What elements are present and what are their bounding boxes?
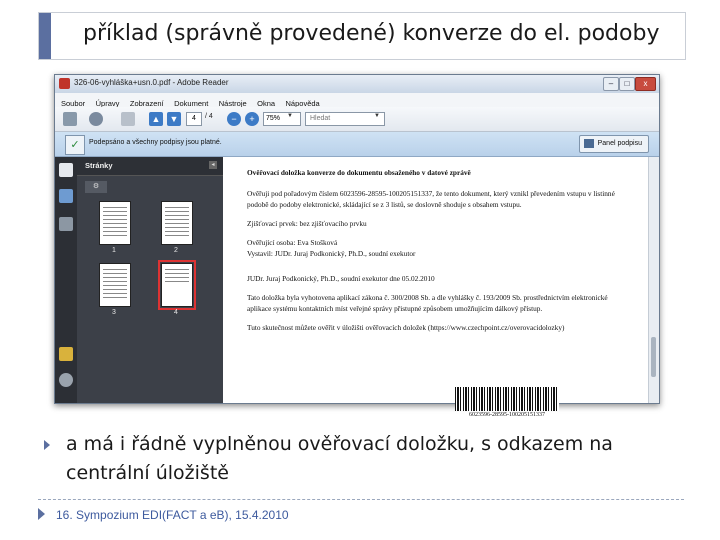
footer-text: 16. Sympozium EDI(FACT a eB), 15.4.2010: [56, 508, 289, 522]
page-thumbnail[interactable]: [161, 201, 193, 245]
bullet-text: a má i řádně vyplněnou ověřovací doložku…: [66, 433, 613, 484]
window-title: 326-06-vyhláška+usn.0.pdf - Adobe Reader: [74, 78, 229, 87]
barcode-image: [455, 387, 559, 411]
clause-paragraph: Tuto skutečnost můžete ověřit v úložišti…: [247, 323, 565, 332]
navigation-icon-rail: [55, 157, 77, 403]
window-titlebar: 326-06-vyhláška+usn.0.pdf - Adobe Reader…: [55, 75, 659, 93]
settings-icon[interactable]: [89, 112, 103, 126]
page-thumbnail[interactable]: [99, 263, 131, 307]
menu-bar: Soubor Úpravy Zobrazení Dokument Nástroj…: [55, 93, 659, 108]
previous-page-icon[interactable]: ▲: [149, 112, 163, 126]
adobe-reader-window: 326-06-vyhláška+usn.0.pdf - Adobe Reader…: [54, 74, 660, 418]
signature-panel-button[interactable]: Panel podpisu: [578, 135, 649, 153]
zoom-in-icon[interactable]: +: [245, 112, 259, 126]
thumbnail-label: 3: [112, 309, 116, 316]
footer-arrow-icon: [38, 508, 45, 520]
page-total: / 4: [205, 113, 213, 120]
slide-title: příklad (správně provedené) konverze do …: [83, 21, 660, 46]
page-thumbnail-selected[interactable]: [158, 260, 196, 310]
slide-title-box: příklad (správně provedené) konverze do …: [38, 12, 686, 60]
attachment-icon[interactable]: [59, 373, 73, 387]
search-input[interactable]: Hledat: [305, 112, 385, 126]
pdf-app-icon: [59, 78, 70, 89]
pages-panel-title: Stránky: [85, 161, 113, 170]
thumbnail-label: 1: [112, 247, 116, 254]
title-accent-bar: [39, 13, 51, 59]
options-icon[interactable]: ⚙: [85, 181, 107, 193]
maximize-button[interactable]: □: [619, 77, 635, 91]
pages-icon[interactable]: [59, 163, 73, 177]
clause-paragraph: Ověřující osoba: Eva Stošková: [247, 238, 338, 247]
chevron-down-icon[interactable]: ▼: [374, 113, 380, 119]
close-icon[interactable]: ◂: [209, 161, 217, 169]
clause-heading: Ověřovací doložka konverze do dokumentu …: [247, 168, 471, 177]
bookmark-icon[interactable]: [59, 189, 73, 203]
comment-icon[interactable]: [59, 347, 73, 361]
thumbnail-label: 2: [174, 247, 178, 254]
scrollbar-thumb[interactable]: [651, 337, 656, 377]
signature-bar: ✓ Podepsáno a všechny podpisy jsou platn…: [55, 132, 659, 157]
bullet-arrow-icon: [44, 440, 50, 450]
zoom-out-icon[interactable]: −: [227, 112, 241, 126]
document-view[interactable]: Ověřovací doložka konverze do dokumentu …: [223, 157, 649, 418]
toolbar: ▲ ▼ 4 / 4 − + 75% ▼ Hledat ▼: [55, 107, 659, 132]
barcode-number: 6023596-28595-100205151337: [469, 412, 545, 418]
minimize-button[interactable]: –: [603, 77, 619, 91]
zoom-select[interactable]: 75%: [263, 112, 301, 126]
copy-icon[interactable]: [121, 112, 135, 126]
clause-paragraph: Vystavil: JUDr. Juraj Podkonický, Ph.D.,…: [247, 249, 416, 258]
close-button[interactable]: x: [635, 77, 656, 91]
print-icon[interactable]: [63, 112, 77, 126]
pen-icon: [583, 139, 594, 148]
signature-panel-label: Panel podpisu: [597, 140, 642, 147]
page-number-input[interactable]: 4: [186, 112, 202, 126]
thumbnail-label: 4: [174, 309, 178, 316]
footer-divider: [38, 499, 684, 500]
clause-paragraph: Ověřuji pod pořadovým číslem 6023596-285…: [247, 189, 615, 209]
signature-valid-icon: ✓: [65, 135, 85, 155]
clause-paragraph: Zjišťovací prvek: bez zjišťovacího prvku: [247, 219, 367, 228]
next-page-icon[interactable]: ▼: [167, 112, 181, 126]
chevron-down-icon[interactable]: ▼: [287, 113, 293, 119]
pages-panel-header: Stránky ◂: [77, 157, 223, 176]
page-thumbnail[interactable]: [99, 201, 131, 245]
verification-clause: Ověřovací doložka konverze do dokumentu …: [247, 167, 629, 333]
vertical-scrollbar[interactable]: [648, 157, 659, 403]
pages-panel: Stránky ◂ ⚙ 1 2 3 4: [77, 157, 223, 403]
signature-icon[interactable]: [59, 217, 73, 231]
clause-signature: JUDr. Juraj Podkonický, Ph.D., soudní ex…: [247, 274, 435, 283]
clause-paragraph: Tato doložka byla vyhotovena aplikací zá…: [247, 293, 608, 313]
signature-status: Podepsáno a všechny podpisy jsou platné.: [89, 139, 222, 146]
